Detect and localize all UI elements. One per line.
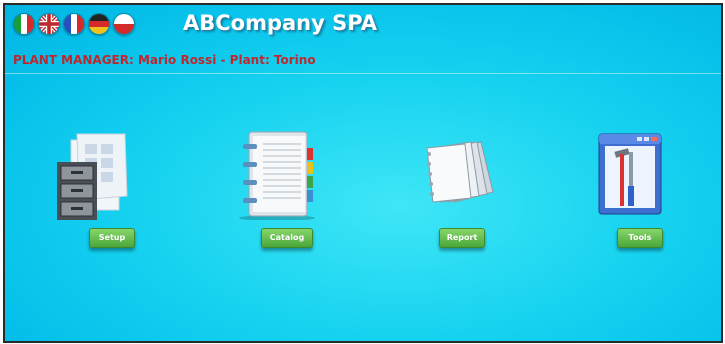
menu-item-report[interactable]: Report xyxy=(411,130,521,270)
plant-manager-line: PLANT MANAGER: Mario Rossi - Plant: Tori… xyxy=(13,53,316,67)
header-divider xyxy=(5,73,721,74)
catalog-icon xyxy=(231,130,341,220)
poland-flag-icon[interactable] xyxy=(113,13,135,35)
report-icon xyxy=(411,130,521,220)
company-title: ABCompany SPA xyxy=(183,11,377,35)
setup-button[interactable]: Setup xyxy=(89,228,135,248)
catalog-button[interactable]: Catalog xyxy=(261,228,313,248)
uk-flag-icon[interactable] xyxy=(38,13,60,35)
menu-item-catalog[interactable]: Catalog xyxy=(231,130,341,270)
france-flag-icon[interactable] xyxy=(63,13,85,35)
tools-icon xyxy=(593,130,703,220)
italy-flag-icon[interactable] xyxy=(13,13,35,35)
header: ABCompany SPA PLANT MANAGER: Mario Rossi… xyxy=(5,5,721,71)
tools-button[interactable]: Tools xyxy=(617,228,663,248)
germany-flag-icon[interactable] xyxy=(88,13,110,35)
app-frame: ABCompany SPA PLANT MANAGER: Mario Rossi… xyxy=(3,3,723,343)
report-button[interactable]: Report xyxy=(439,228,485,248)
setup-icon xyxy=(49,130,159,220)
language-flags xyxy=(13,13,135,35)
menu-item-tools[interactable]: Tools xyxy=(593,130,703,270)
menu-item-setup[interactable]: Setup xyxy=(49,130,159,270)
